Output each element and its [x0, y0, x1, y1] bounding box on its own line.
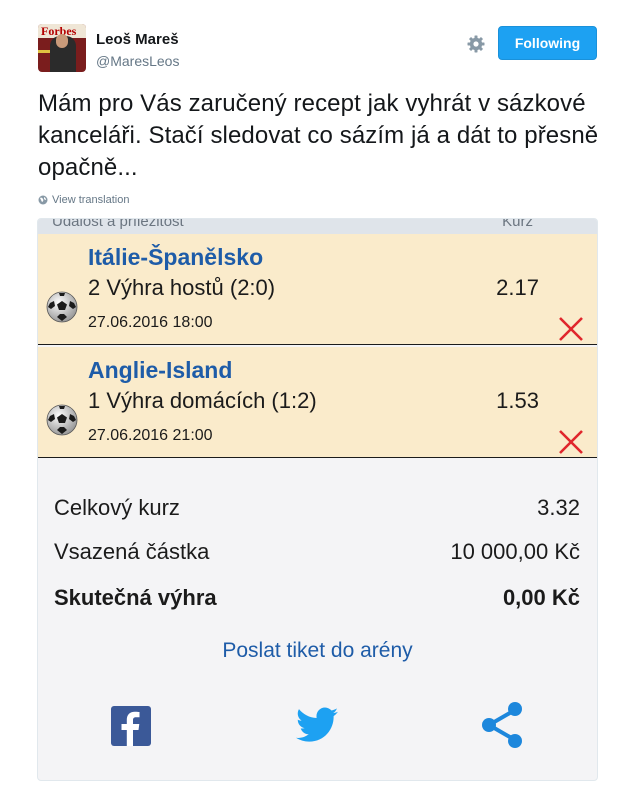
total-odds-value: 3.32 [537, 495, 580, 520]
share-icon[interactable] [479, 701, 525, 749]
bet-odds: 2.17 [496, 275, 539, 300]
bet-row: Itálie-Španělsko 2 Výhra hostů (2:0) 27.… [38, 234, 597, 345]
gear-icon[interactable] [466, 34, 486, 54]
facebook-icon[interactable] [111, 706, 151, 746]
twitter-icon[interactable] [296, 707, 338, 743]
ticket-header: Událost a příležitost Kurz [38, 219, 597, 235]
globe-icon [38, 195, 48, 205]
bet-date: 27.06.2016 21:00 [88, 427, 213, 444]
bet-match: Anglie-Island [88, 357, 233, 383]
share-row [38, 701, 597, 751]
soccer-ball-icon [46, 404, 78, 436]
header-event-label: Událost a příležitost [52, 218, 184, 230]
bet-pick: 2 Výhra hostů (2:0) [88, 275, 276, 300]
avatar-face [56, 34, 68, 48]
header-odds-label: Kurz [502, 218, 533, 230]
avatar[interactable]: Forbes [38, 24, 86, 72]
cross-icon [559, 430, 583, 454]
view-translation-link[interactable]: View translation [38, 194, 129, 206]
summary-row-win: Skutečná výhra 0,00 Kč [54, 585, 580, 611]
stake-label: Vsazená částka [54, 539, 210, 564]
win-value: 0,00 Kč [502, 585, 580, 610]
bet-match: Itálie-Španělsko [88, 244, 264, 270]
author-handle[interactable]: @MaresLeos [96, 53, 179, 69]
win-label: Skutečná výhra [54, 585, 217, 610]
cross-icon [559, 317, 583, 341]
bet-row: Anglie-Island 1 Výhra domácích (1:2) 27.… [38, 347, 597, 458]
send-ticket-link[interactable]: Poslat tiket do arény [38, 639, 597, 663]
author-name[interactable]: Leoš Mareš [96, 31, 179, 48]
summary-row-stake: Vsazená částka 10 000,00 Kč [54, 539, 580, 565]
following-button[interactable]: Following [498, 26, 597, 60]
bet-pick: 1 Výhra domácích (1:2) [88, 388, 317, 413]
view-translation-label: View translation [52, 194, 130, 206]
soccer-ball-icon [46, 291, 78, 323]
bet-date: 27.06.2016 18:00 [88, 314, 213, 331]
ticket-image[interactable]: Událost a příležitost Kurz Itálie-Španěl… [37, 218, 598, 781]
stake-value: 10 000,00 Kč [450, 539, 580, 564]
bet-odds: 1.53 [496, 388, 539, 413]
total-odds-label: Celkový kurz [54, 495, 180, 520]
summary-row-total-odds: Celkový kurz 3.32 [54, 495, 580, 521]
tweet-text: Mám pro Vás zaručený recept jak vyhrát v… [38, 90, 599, 181]
